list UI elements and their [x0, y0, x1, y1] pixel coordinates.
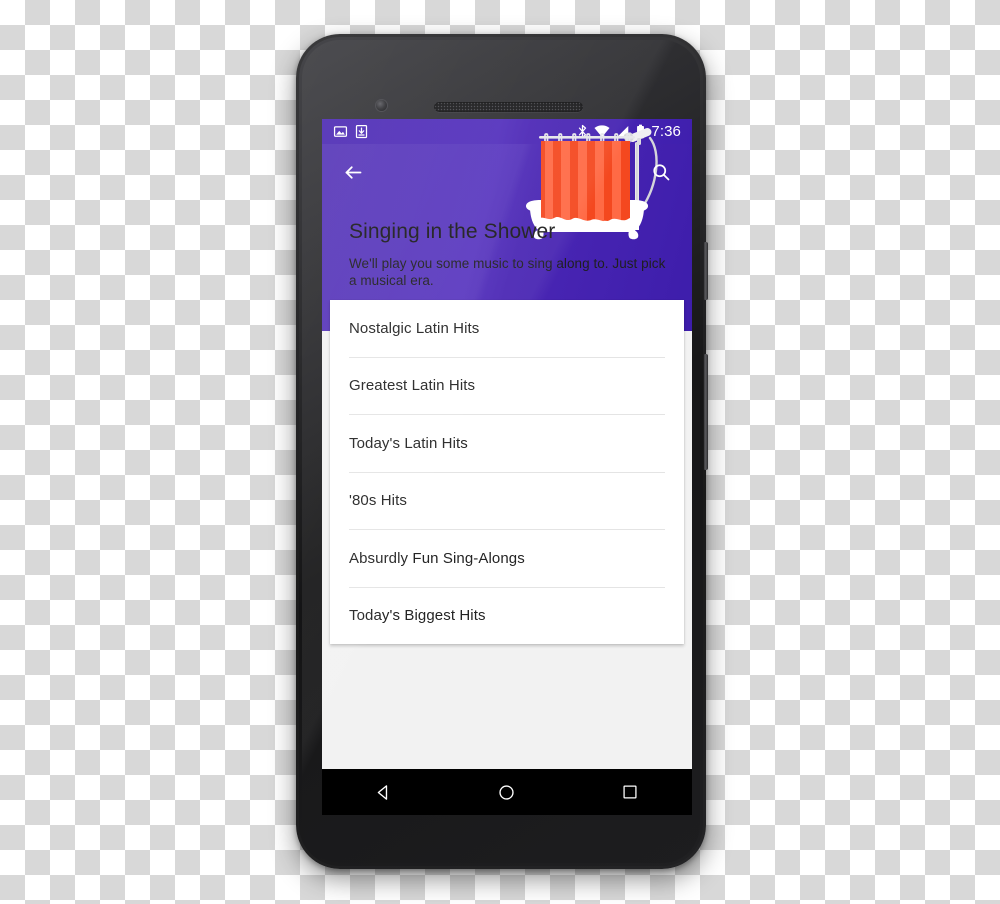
list-item[interactable]: Today's Biggest Hits	[330, 588, 684, 645]
action-bar	[322, 144, 692, 200]
page-title: Singing in the Shower	[349, 220, 556, 243]
nav-recents-button[interactable]	[604, 772, 656, 812]
back-arrow-icon[interactable]	[336, 155, 370, 189]
list-item[interactable]: Nostalgic Latin Hits	[330, 300, 684, 357]
page-subtitle: We'll play you some music to sing along …	[349, 256, 666, 288]
list-item[interactable]: Absurdly Fun Sing-Alongs	[330, 530, 684, 587]
list-item-label: Absurdly Fun Sing-Alongs	[349, 549, 525, 567]
hero-text-block: Singing in the Shower We'll play you som…	[349, 219, 667, 289]
phone-device: Singing in the Shower We'll play you som…	[296, 34, 708, 869]
nav-home-button[interactable]	[481, 772, 533, 812]
power-button[interactable]	[704, 242, 708, 300]
earpiece-speaker	[434, 102, 583, 112]
phone-screen: Singing in the Shower We'll play you som…	[322, 119, 692, 769]
list-item[interactable]: Greatest Latin Hits	[330, 358, 684, 415]
list-item-label: Nostalgic Latin Hits	[349, 319, 480, 337]
screenshot-icon	[333, 126, 348, 137]
android-navigation-bar	[322, 769, 692, 815]
list-item-label: Today's Latin Hits	[349, 434, 468, 452]
list-item-label: Today's Biggest Hits	[349, 607, 486, 625]
search-icon[interactable]	[644, 155, 678, 189]
volume-rocker-button[interactable]	[704, 354, 708, 470]
phone-front-face: Singing in the Shower We'll play you som…	[302, 40, 700, 863]
nav-back-button[interactable]	[358, 772, 410, 812]
list-item-label: '80s Hits	[349, 492, 407, 510]
playlist-card: Nostalgic Latin Hits Greatest Latin Hits…	[330, 300, 684, 644]
front-camera	[376, 100, 387, 111]
list-item-label: Greatest Latin Hits	[349, 377, 476, 395]
status-bar-left-icons	[322, 124, 368, 139]
list-item[interactable]: Today's Latin Hits	[330, 415, 684, 472]
list-item[interactable]: '80s Hits	[330, 473, 684, 530]
download-icon	[355, 124, 368, 139]
